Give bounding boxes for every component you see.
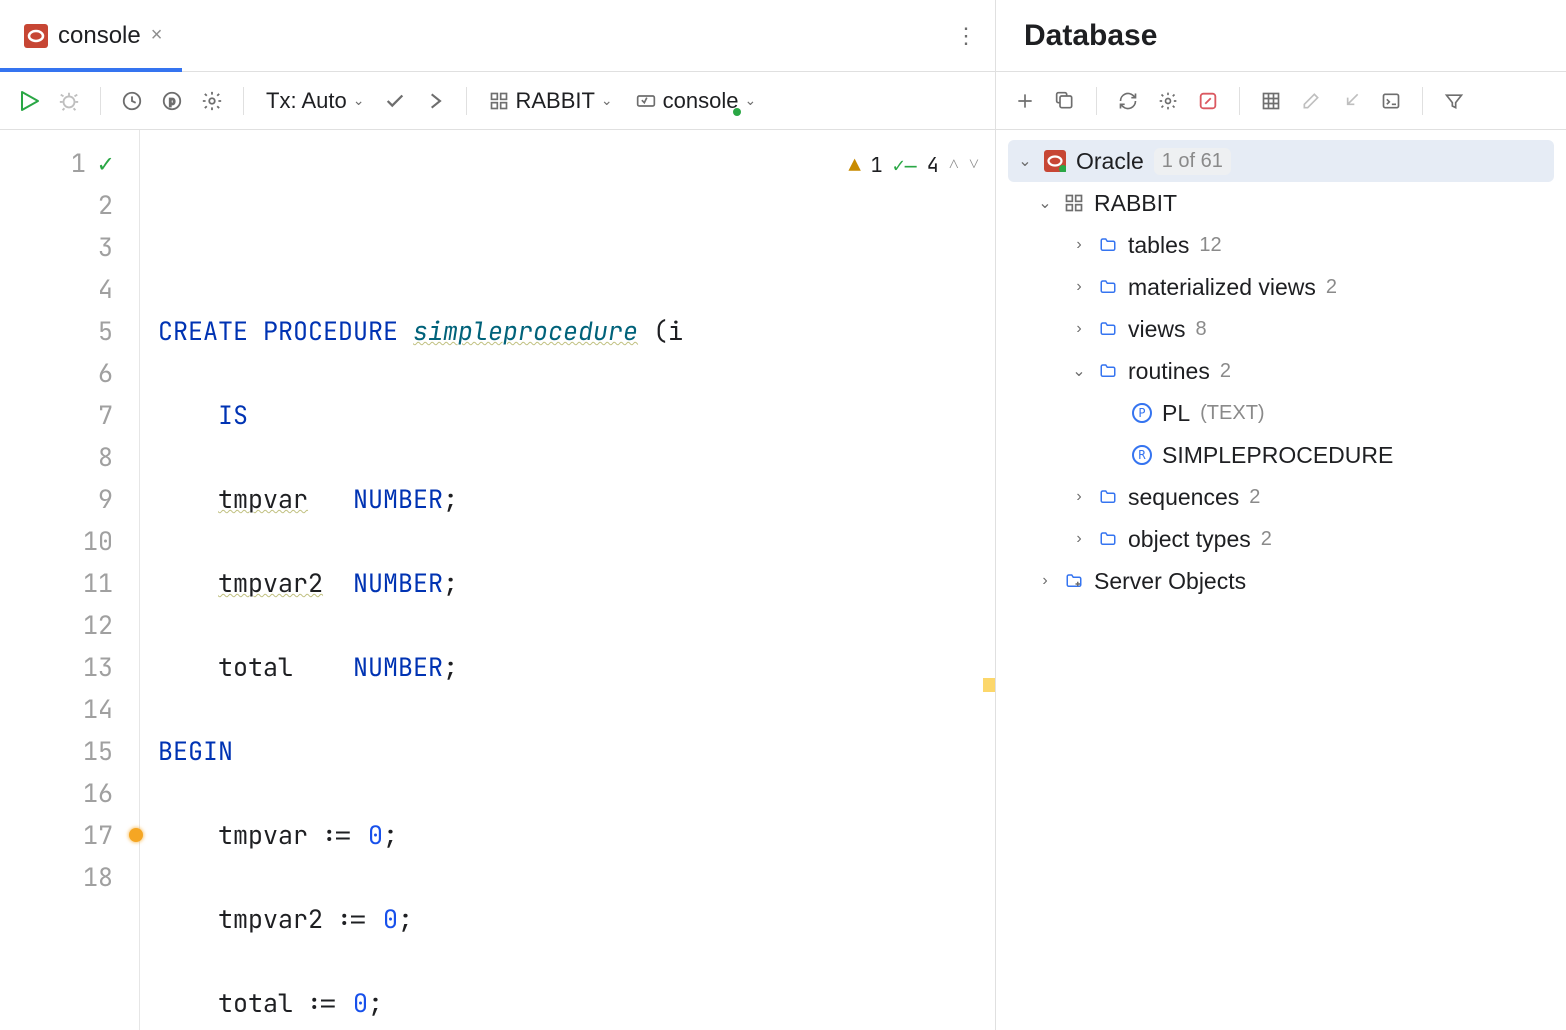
oracle-icon	[1044, 150, 1066, 172]
database-toolbar	[996, 72, 1566, 130]
rollback-icon[interactable]	[420, 86, 450, 116]
folder-icon	[1098, 362, 1118, 380]
close-icon[interactable]: ×	[151, 24, 163, 47]
folder-icon	[1098, 320, 1118, 338]
editor-toolbar: p Tx: Auto ⌄ RABBIT ⌄ console ⌄	[0, 72, 995, 130]
check-icon: ✓	[98, 142, 113, 184]
procedure-icon: P	[1132, 403, 1152, 423]
tree-folder-views[interactable]: › views8	[1008, 308, 1554, 350]
chevron-down-icon[interactable]: ˅	[969, 144, 979, 186]
schema-dropdown[interactable]: RABBIT ⌄	[483, 88, 618, 114]
stop-icon[interactable]	[1193, 86, 1223, 116]
folder-icon	[1098, 236, 1118, 254]
kebab-icon[interactable]: ⋮	[955, 23, 995, 49]
chevron-up-icon[interactable]: ˄	[949, 144, 959, 186]
database-tree: ⌄ Oracle 1 of 61 ⌄ RABBIT › tables12 › m…	[996, 130, 1566, 1030]
routine-icon: R	[1132, 445, 1152, 465]
svg-text:P: P	[1138, 406, 1145, 420]
tree-folder-routines[interactable]: ⌄ routines2	[1008, 350, 1554, 392]
duplicate-icon[interactable]	[1050, 86, 1080, 116]
server-objects-icon	[1064, 572, 1084, 590]
tree-folder-matviews[interactable]: › materialized views2	[1008, 266, 1554, 308]
session-dropdown[interactable]: console ⌄	[629, 88, 763, 114]
svg-text:p: p	[169, 94, 176, 107]
folder-icon	[1098, 278, 1118, 296]
preview-icon[interactable]: p	[157, 86, 187, 116]
edit-icon[interactable]	[1296, 86, 1326, 116]
inspection-widget[interactable]: ▲1 ✓̶4 ˄ ˅	[849, 144, 979, 186]
tree-folder-tables[interactable]: › tables12	[1008, 224, 1554, 266]
gutter: 1✓ 2 3 4 5 6 7 8 9 10 11 12 13 14 15 16 …	[0, 130, 140, 1030]
console-icon[interactable]	[1376, 86, 1406, 116]
tree-folder-sequences[interactable]: › sequences2	[1008, 476, 1554, 518]
gear-icon[interactable]	[1153, 86, 1183, 116]
editor-tab-bar: console × ⋮	[0, 0, 995, 72]
tree-routine-simpleprocedure[interactable]: R SIMPLEPROCEDURE	[1008, 434, 1554, 476]
code-area[interactable]: ▲1 ✓̶4 ˄ ˅ CREATE PROCEDURE simpleproced…	[140, 130, 995, 1030]
typo-icon: ✓̶	[893, 144, 917, 186]
filter-icon[interactable]	[1439, 86, 1469, 116]
tab-title: console	[58, 22, 141, 50]
table-icon[interactable]	[1256, 86, 1286, 116]
warning-icon: ▲	[849, 144, 861, 186]
refresh-icon[interactable]	[1113, 86, 1143, 116]
add-icon[interactable]	[1010, 86, 1040, 116]
svg-text:R: R	[1138, 448, 1146, 462]
tree-routine-pl[interactable]: P PL(TEXT)	[1008, 392, 1554, 434]
database-panel-title: Database	[996, 0, 1566, 72]
tx-mode-dropdown[interactable]: Tx: Auto ⌄	[260, 88, 370, 114]
debug-icon[interactable]	[54, 86, 84, 116]
tab-console[interactable]: console ×	[0, 0, 182, 71]
tree-folder-objtypes[interactable]: › object types2	[1008, 518, 1554, 560]
commit-icon[interactable]	[380, 86, 410, 116]
gear-icon[interactable]	[197, 86, 227, 116]
schema-icon	[1064, 193, 1084, 213]
folder-icon	[1098, 488, 1118, 506]
tree-datasource-oracle[interactable]: ⌄ Oracle 1 of 61	[1008, 140, 1554, 182]
oracle-icon	[24, 24, 48, 48]
folder-icon	[1098, 530, 1118, 548]
warning-stripe[interactable]	[983, 678, 995, 692]
code-editor[interactable]: 1✓ 2 3 4 5 6 7 8 9 10 11 12 13 14 15 16 …	[0, 130, 995, 1030]
tree-schema-rabbit[interactable]: ⌄ RABBIT	[1008, 182, 1554, 224]
history-icon[interactable]	[117, 86, 147, 116]
tree-server-objects[interactable]: › Server Objects	[1008, 560, 1554, 602]
run-icon[interactable]	[14, 86, 44, 116]
jump-icon[interactable]	[1336, 86, 1366, 116]
